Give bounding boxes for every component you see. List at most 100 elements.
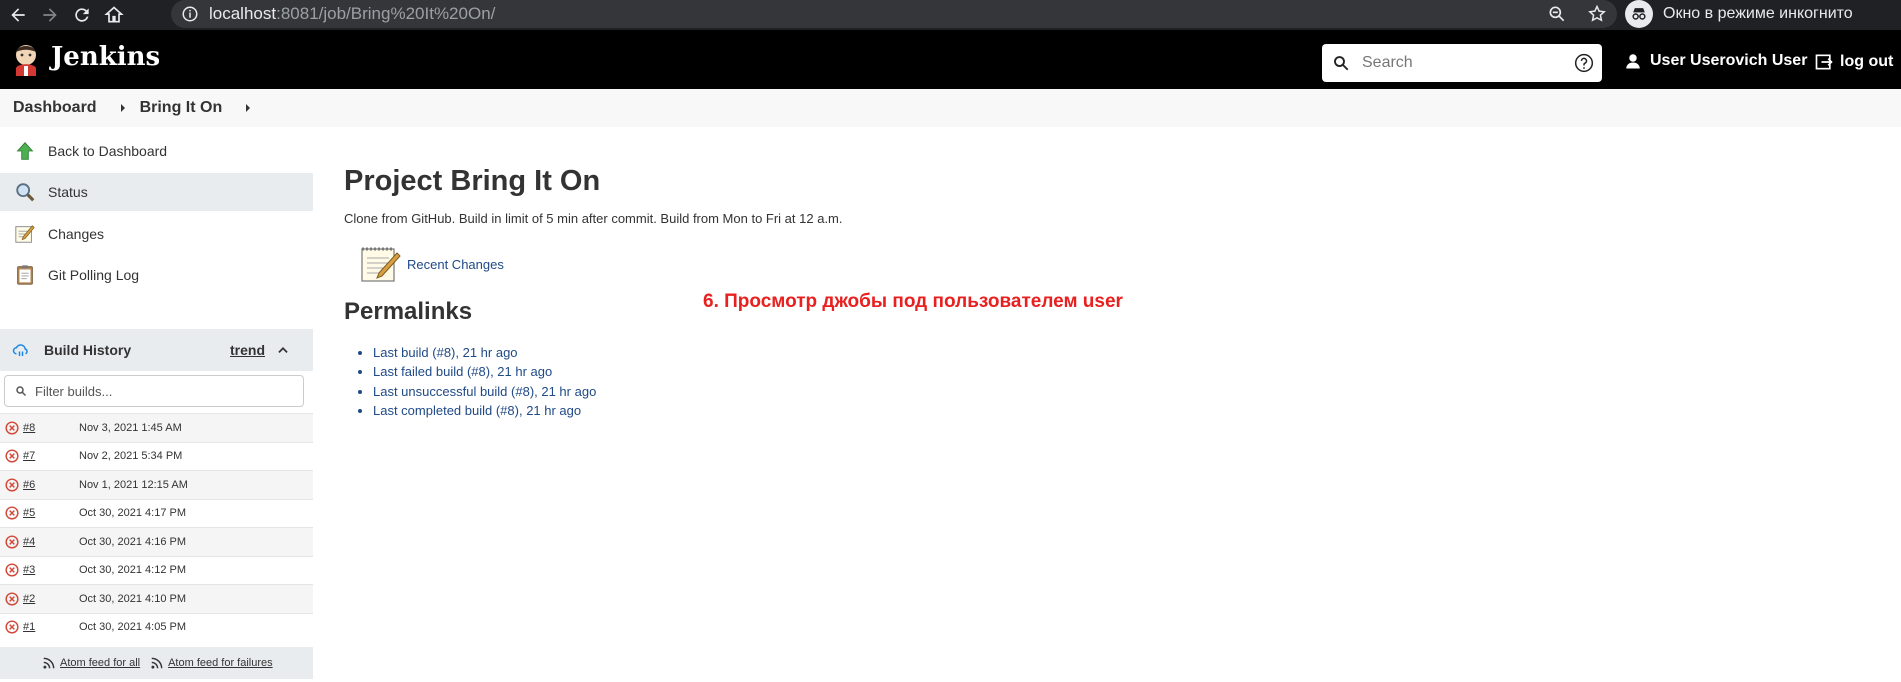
build-history-title: Build History xyxy=(44,342,132,358)
home-icon xyxy=(104,6,124,23)
main-panel: Project Bring It On Clone from GitHub. B… xyxy=(313,127,1901,682)
build-date: Nov 1, 2021 12:15 AM xyxy=(79,478,188,491)
search-box[interactable] xyxy=(1322,44,1602,82)
forward-button[interactable] xyxy=(36,3,64,27)
task-status[interactable]: Status xyxy=(0,173,313,211)
build-date: Nov 3, 2021 1:45 AM xyxy=(79,421,182,434)
reload-icon xyxy=(75,8,89,22)
browser-toolbar: localhost:8081/job/Bring%20It%20On/ Окно… xyxy=(0,0,1901,30)
failed-status-icon[interactable] xyxy=(5,421,19,435)
user-link[interactable]: User Userovich User xyxy=(1624,52,1807,70)
task-git-polling-log[interactable]: Git Polling Log xyxy=(0,256,313,294)
failed-status-icon[interactable] xyxy=(5,449,19,463)
clipboard-icon xyxy=(14,264,36,286)
permalinks-heading: Permalinks xyxy=(344,298,473,325)
filter-builds-input[interactable] xyxy=(35,383,285,399)
breadcrumb-separator-icon[interactable] xyxy=(120,104,125,112)
chevron-up-icon[interactable] xyxy=(276,343,290,357)
build-row: #3 Oct 30, 2021 4:12 PM xyxy=(0,555,313,585)
permalink-last-unsuccessful-build[interactable]: Last unsuccessful build (#8), 21 hr ago xyxy=(373,382,596,401)
build-date: Oct 30, 2021 4:17 PM xyxy=(79,507,187,520)
failed-status-icon[interactable] xyxy=(5,478,19,492)
arrow-right-icon xyxy=(43,8,57,22)
help-icon[interactable] xyxy=(1574,53,1594,73)
up-arrow-icon xyxy=(14,140,36,162)
trend-link[interactable]: trend xyxy=(230,342,265,358)
user-name: User Userovich User xyxy=(1650,52,1808,69)
build-date: Oct 30, 2021 4:16 PM xyxy=(79,535,187,548)
atom-feed-failures-link[interactable]: Atom feed for failures xyxy=(150,656,273,670)
permalink-last-build[interactable]: Last build (#8), 21 hr ago xyxy=(373,343,596,362)
build-date: Oct 30, 2021 4:05 PM xyxy=(79,621,187,634)
url-text: localhost:8081/job/Bring%20It%20On/ xyxy=(209,4,496,23)
task-changes[interactable]: Changes xyxy=(0,215,313,253)
rss-icon xyxy=(151,657,163,669)
build-number-link[interactable]: #8 xyxy=(23,422,79,434)
jenkins-logo-icon[interactable] xyxy=(11,42,41,76)
permalinks-list: Last build (#8), 21 hr ago Last failed b… xyxy=(373,343,596,420)
failed-status-icon[interactable] xyxy=(5,620,19,634)
task-label: Back to Dashboard xyxy=(48,143,168,159)
notepad-icon xyxy=(14,223,36,245)
rss-icon xyxy=(43,657,55,669)
incognito-indicator[interactable]: Окно в режиме инкогнито xyxy=(1625,0,1853,28)
task-label: Changes xyxy=(48,226,105,242)
task-label: Git Polling Log xyxy=(48,267,140,283)
atom-feed-failures-label: Atom feed for failures xyxy=(168,657,273,669)
build-number-link[interactable]: #3 xyxy=(23,564,79,576)
search-input[interactable] xyxy=(1362,54,1562,72)
build-date: Oct 30, 2021 4:12 PM xyxy=(79,564,187,577)
zoom-icon[interactable] xyxy=(1547,4,1567,24)
logout-link[interactable]: log out xyxy=(1814,52,1893,72)
incognito-icon xyxy=(1625,0,1653,28)
incognito-label: Окно в режиме инкогнито xyxy=(1663,5,1853,22)
build-row: #6 Nov 1, 2021 12:15 AM xyxy=(0,470,313,499)
magnifier-icon xyxy=(14,181,36,203)
jenkins-header: Jenkins User Userovich User log out xyxy=(0,30,1901,89)
build-date: Nov 2, 2021 5:34 PM xyxy=(79,450,183,463)
build-number-link[interactable]: #1 xyxy=(23,621,79,633)
breadcrumb-dashboard[interactable]: Dashboard xyxy=(13,99,97,117)
build-row: #1 Oct 30, 2021 4:05 PM xyxy=(0,612,313,642)
build-list: #8 Nov 3, 2021 1:45 AM #7 Nov 2, 2021 5:… xyxy=(0,413,313,641)
home-button[interactable] xyxy=(100,3,128,27)
failed-status-icon[interactable] xyxy=(5,563,19,577)
build-row: #4 Oct 30, 2021 4:16 PM xyxy=(0,527,313,556)
address-bar[interactable]: localhost:8081/job/Bring%20It%20On/ xyxy=(171,0,1617,28)
user-icon xyxy=(1626,54,1640,69)
breadcrumb-project[interactable]: Bring It On xyxy=(140,99,223,117)
task-back-to-dashboard[interactable]: Back to Dashboard xyxy=(0,132,313,170)
filter-builds-box[interactable] xyxy=(4,375,304,407)
build-number-link[interactable]: #2 xyxy=(23,593,79,605)
build-row: #5 Oct 30, 2021 4:17 PM xyxy=(0,498,313,528)
permalink-last-failed-build[interactable]: Last failed build (#8), 21 hr ago xyxy=(373,362,596,381)
failed-status-icon[interactable] xyxy=(5,592,19,606)
recent-changes-label: Recent Changes xyxy=(407,256,504,272)
app-title[interactable]: Jenkins xyxy=(51,42,160,72)
search-icon xyxy=(16,386,27,397)
build-row: #2 Oct 30, 2021 4:10 PM xyxy=(0,584,313,613)
atom-feed-all-link[interactable]: Atom feed for all xyxy=(42,656,140,670)
sidebar: Back to Dashboard Status Changes Git Pol… xyxy=(0,127,313,682)
notepad-icon xyxy=(361,247,401,282)
build-number-link[interactable]: #6 xyxy=(23,479,79,491)
recent-changes-link[interactable]: Recent Changes xyxy=(359,243,504,285)
search-icon xyxy=(1334,56,1349,71)
build-number-link[interactable]: #7 xyxy=(23,450,79,462)
atom-feed-all-label: Atom feed for all xyxy=(60,657,141,669)
logout-icon xyxy=(1815,54,1833,70)
breadcrumb-separator-icon[interactable] xyxy=(246,104,251,112)
build-date: Oct 30, 2021 4:10 PM xyxy=(79,592,187,605)
build-number-link[interactable]: #4 xyxy=(23,536,79,548)
reload-button[interactable] xyxy=(68,3,96,27)
build-number-link[interactable]: #5 xyxy=(23,507,79,519)
page-title: Project Bring It On xyxy=(344,165,601,197)
permalink-last-completed-build[interactable]: Last completed build (#8), 21 hr ago xyxy=(373,401,596,420)
build-row: #7 Nov 2, 2021 5:34 PM xyxy=(0,441,313,471)
star-icon[interactable] xyxy=(1587,4,1607,24)
failed-status-icon[interactable] xyxy=(5,506,19,520)
failed-status-icon[interactable] xyxy=(5,535,19,549)
info-icon xyxy=(182,6,198,22)
build-row: #8 Nov 3, 2021 1:45 AM xyxy=(0,413,313,442)
back-button[interactable] xyxy=(4,3,32,27)
